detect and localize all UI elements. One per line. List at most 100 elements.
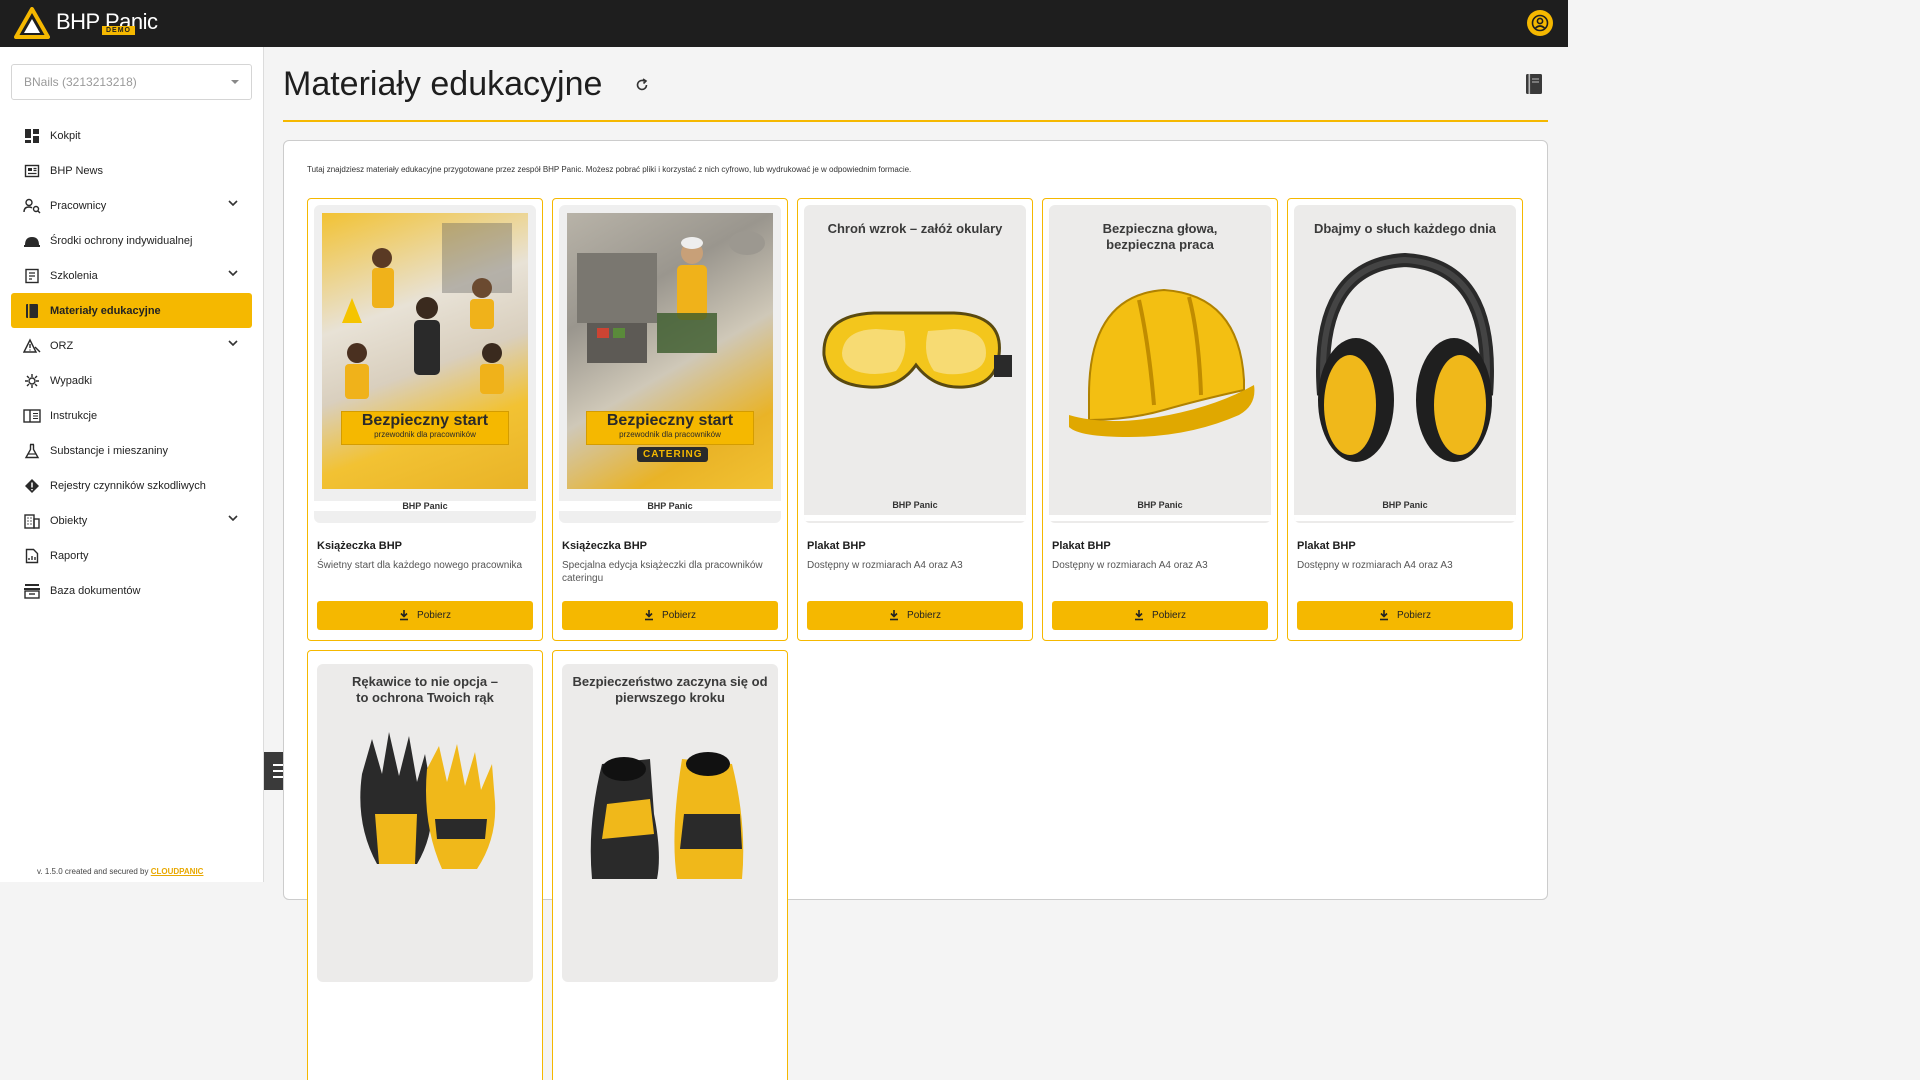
hard-hat-icon bbox=[1069, 288, 1255, 437]
brand-label: BHP Panic bbox=[647, 501, 693, 511]
sidebar-item-label: Pracownicy bbox=[50, 199, 107, 212]
poster-brand: BHP Panic bbox=[314, 501, 536, 511]
download-label: Pobierz bbox=[1152, 610, 1186, 621]
booklet-thumbnail[interactable]: Bezpieczny start przewodnik dla pracowni… bbox=[559, 205, 781, 523]
chevron-down-icon bbox=[228, 270, 238, 276]
poster-thumbnail[interactable]: Dbajmy o słuch każdego dnia BHP Panic bbox=[1294, 205, 1516, 523]
news-icon bbox=[23, 162, 41, 180]
archive-icon bbox=[23, 582, 41, 600]
training-icon bbox=[23, 267, 41, 285]
report-icon bbox=[23, 547, 41, 565]
download-icon bbox=[1135, 610, 1144, 621]
chevron-down-icon bbox=[228, 340, 238, 346]
sidebar-item-orz[interactable]: ORZ bbox=[11, 328, 252, 363]
building-icon bbox=[23, 512, 41, 530]
material-card: Bezpieczny start przewodnik dla pracowni… bbox=[552, 198, 788, 641]
poster-thumbnail[interactable]: Bezpieczeństwo zaczyna się od pierwszego… bbox=[562, 664, 778, 982]
title-divider bbox=[283, 120, 1548, 122]
material-card: Bezpieczeństwo zaczyna się od pierwszego… bbox=[552, 650, 788, 1080]
sidebar-nav: Kokpit BHP News Pracownicy Środki ochron… bbox=[11, 118, 252, 608]
sidebar-item-label: Kokpit bbox=[50, 129, 81, 142]
brand-label: BHP Panic bbox=[402, 501, 448, 511]
company-select-value: BNails (3213213218) bbox=[24, 75, 137, 89]
sidebar-item-szkolenia[interactable]: Szkolenia bbox=[11, 258, 252, 293]
poster-thumbnail[interactable]: Chroń wzrok – załóż okulary BHP Panic bbox=[804, 205, 1026, 523]
card-description: Świetny start dla każdego nowego pracown… bbox=[317, 560, 523, 571]
company-select[interactable]: BNails (3213213218) bbox=[11, 64, 252, 100]
manual-book-icon[interactable] bbox=[1525, 73, 1543, 95]
page-title: Materiały edukacyjne bbox=[283, 65, 603, 103]
sidebar-item-label: BHP News bbox=[50, 164, 103, 177]
ear-muffs-icon bbox=[1316, 252, 1494, 462]
accident-icon bbox=[23, 372, 41, 390]
sidebar-item-obiekty[interactable]: Obiekty bbox=[11, 503, 252, 538]
logo-triangle-icon bbox=[14, 7, 50, 39]
material-card: Bezpieczny start przewodnik dla pracowni… bbox=[307, 198, 543, 641]
booklet-thumbnail[interactable]: Bezpieczny start przewodnik dla pracowni… bbox=[314, 205, 536, 523]
brand-label: BHP Panic bbox=[1382, 500, 1428, 510]
sidebar-item-label: Wypadki bbox=[50, 374, 93, 387]
booklet-subheading: przewodnik dla pracowników bbox=[619, 430, 721, 439]
booklet-heading: Bezpieczny start bbox=[606, 412, 734, 429]
workers-illustration-icon bbox=[342, 223, 512, 399]
card-description: Specjalna edycja książeczki dla pracowni… bbox=[562, 560, 763, 584]
sidebar-item-materialy-edukacyjne[interactable]: Materiały edukacyjne bbox=[11, 293, 252, 328]
download-button[interactable]: Pobierz bbox=[562, 601, 778, 630]
material-card: Rękawice to nie opcja – to ochrona Twoic… bbox=[307, 650, 543, 1080]
poster-brand: BHP Panic bbox=[559, 501, 781, 511]
chevron-down-icon bbox=[228, 200, 238, 206]
brand-label: BHP Panic bbox=[1137, 500, 1183, 510]
user-search-icon bbox=[23, 197, 41, 215]
sidebar-item-baza-dokumentow[interactable]: Baza dokumentów bbox=[11, 573, 252, 608]
booklet-cover-illustration bbox=[322, 213, 528, 489]
intro-text: Tutaj znajdziesz materiały edukacyjne pr… bbox=[307, 165, 912, 174]
sidebar-item-rejestry[interactable]: Rejestry czynników szkodliwych bbox=[11, 468, 252, 503]
card-title: Książeczka BHP bbox=[562, 540, 647, 552]
material-card: Chroń wzrok – załóż okulary BHP Panic Pl… bbox=[797, 198, 1033, 641]
download-button[interactable]: Pobierz bbox=[317, 601, 533, 630]
download-button[interactable]: Pobierz bbox=[1297, 601, 1513, 630]
download-label: Pobierz bbox=[907, 610, 941, 621]
card-title: Książeczka BHP bbox=[317, 540, 402, 552]
sidebar-item-bhp-news[interactable]: BHP News bbox=[11, 153, 252, 188]
flask-icon bbox=[23, 442, 41, 460]
sidebar-item-label: Obiekty bbox=[50, 514, 88, 527]
sidebar-item-kokpit[interactable]: Kokpit bbox=[11, 118, 252, 153]
gloves-icon bbox=[360, 732, 496, 869]
app-logo[interactable]: BHP Panic bbox=[14, 5, 158, 41]
safety-goggles-icon bbox=[822, 311, 1012, 389]
card-title: Plakat BHP bbox=[1052, 540, 1111, 552]
book-icon bbox=[23, 302, 41, 320]
sidebar-item-label: Instrukcje bbox=[50, 409, 98, 422]
poster-brand: BHP Panic bbox=[1049, 500, 1271, 510]
chef-illustration-icon bbox=[577, 231, 765, 363]
refresh-icon[interactable] bbox=[635, 78, 649, 92]
download-icon bbox=[400, 610, 409, 621]
poster-thumbnail[interactable]: Rękawice to nie opcja – to ochrona Twoic… bbox=[317, 664, 533, 982]
sidebar-item-pracownicy[interactable]: Pracownicy bbox=[11, 188, 252, 223]
download-button[interactable]: Pobierz bbox=[807, 601, 1023, 630]
card-description: Dostępny w rozmiarach A4 oraz A3 bbox=[1297, 560, 1453, 571]
cloudpanic-link[interactable]: CLOUDPANIC bbox=[151, 867, 204, 876]
user-account-icon[interactable] bbox=[1527, 10, 1553, 36]
poster-thumbnail[interactable]: Bezpieczna głowa, bezpieczna praca BHP P… bbox=[1049, 205, 1271, 523]
download-label: Pobierz bbox=[417, 610, 451, 621]
sidebar-item-instrukcje[interactable]: Instrukcje bbox=[11, 398, 252, 433]
brand-label: BHP Panic bbox=[892, 500, 938, 510]
poster-brand: BHP Panic bbox=[804, 500, 1026, 510]
top-bar: BHP Panic DEMO bbox=[0, 0, 1568, 47]
sidebar-item-substancje[interactable]: Substancje i mieszaniny bbox=[11, 433, 252, 468]
sidebar: BNails (3213213218) Kokpit BHP News Prac… bbox=[0, 47, 264, 882]
material-card: Bezpieczna głowa, bezpieczna praca BHP P… bbox=[1042, 198, 1278, 641]
download-button[interactable]: Pobierz bbox=[1052, 601, 1268, 630]
sidebar-item-raporty[interactable]: Raporty bbox=[11, 538, 252, 573]
sidebar-item-srodki-ochrony[interactable]: Środki ochrony indywidualnej bbox=[11, 223, 252, 258]
sidebar-item-label: Baza dokumentów bbox=[50, 584, 141, 597]
demo-badge: DEMO bbox=[102, 26, 135, 35]
version-info: v. 1.5.0 created and secured by CLOUDPAN… bbox=[37, 867, 203, 876]
download-label: Pobierz bbox=[1397, 610, 1431, 621]
sidebar-item-wypadki[interactable]: Wypadki bbox=[11, 363, 252, 398]
booklet-subheading: przewodnik dla pracowników bbox=[374, 430, 476, 439]
booklet-title-band: Bezpieczny start przewodnik dla pracowni… bbox=[586, 411, 754, 445]
caret-down-icon bbox=[231, 80, 239, 84]
